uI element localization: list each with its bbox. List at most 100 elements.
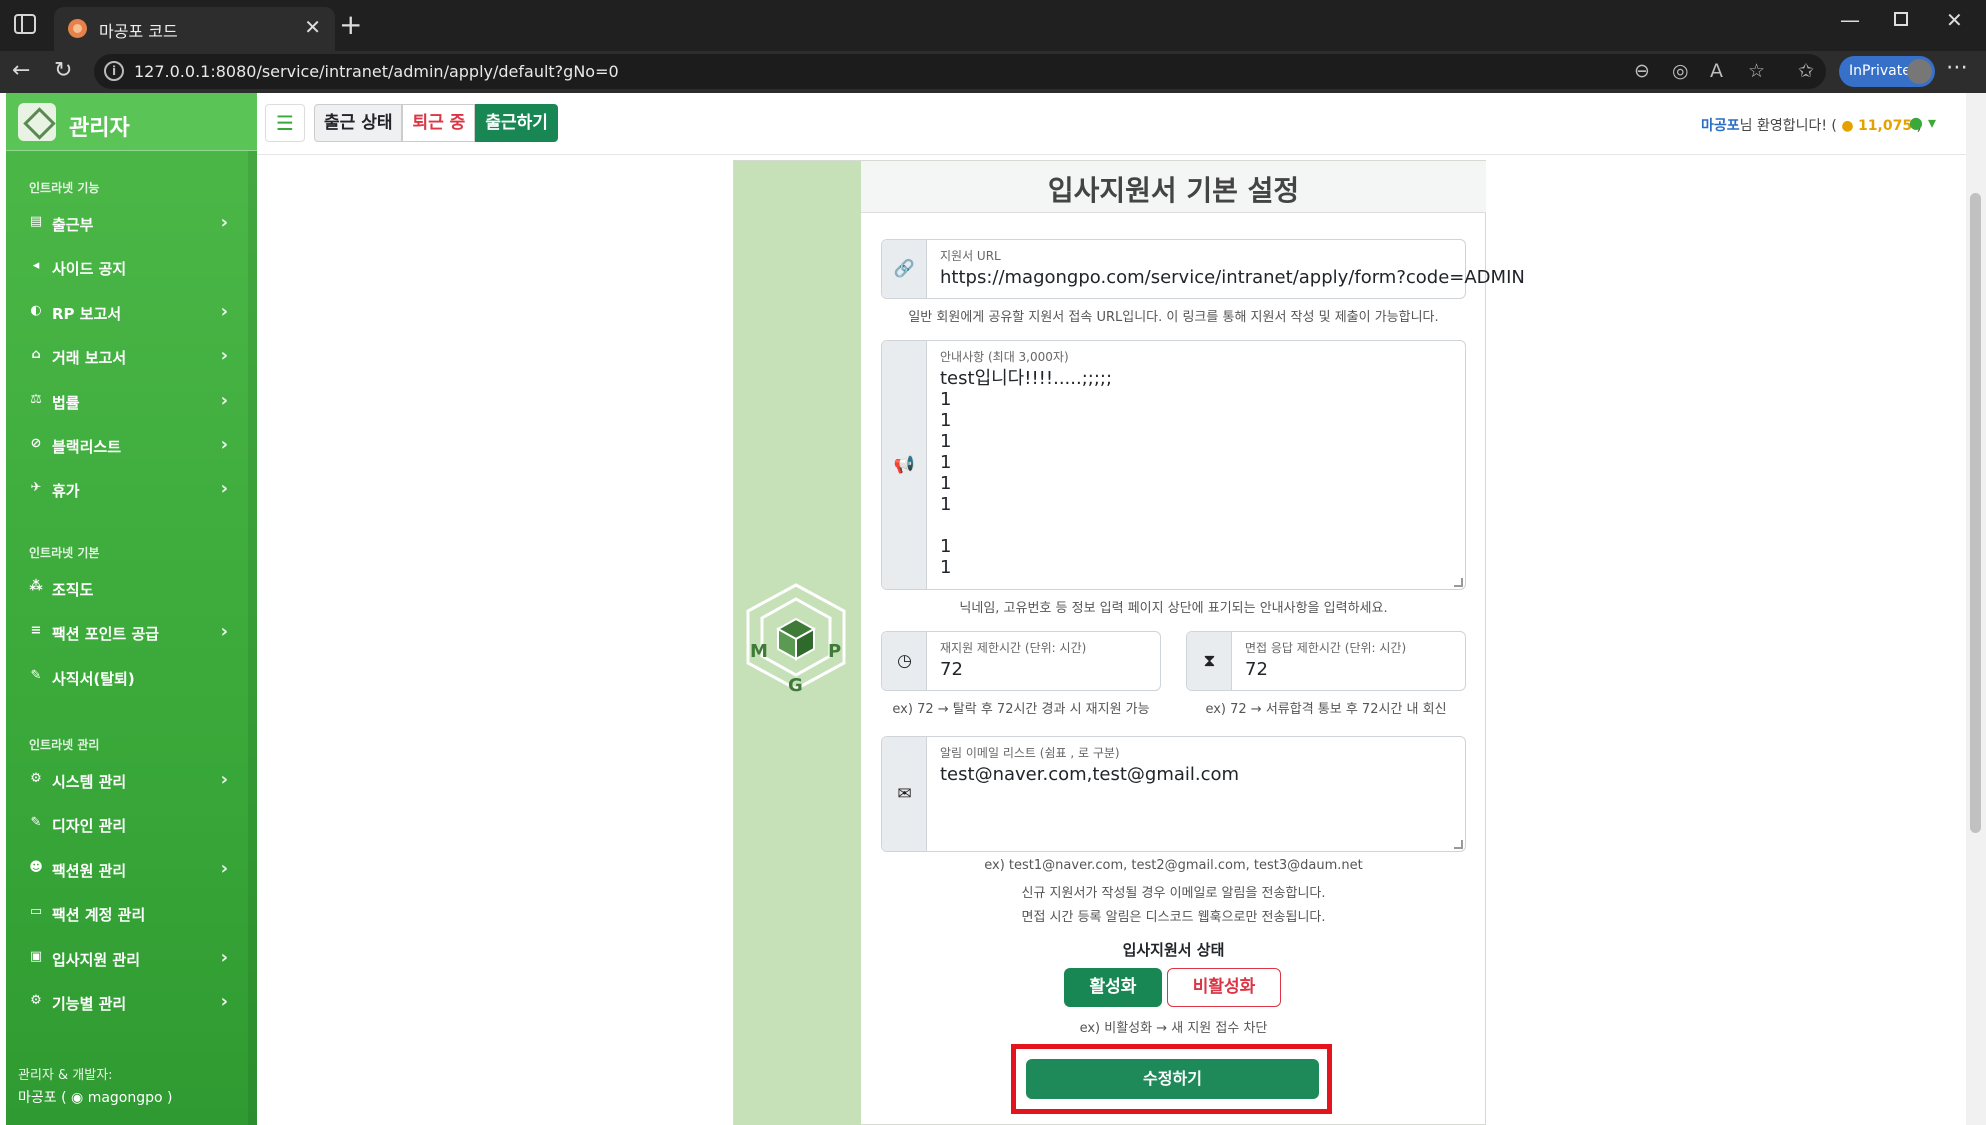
reapply-input[interactable]: 72 — [940, 659, 963, 680]
chevron-right-icon: › — [220, 857, 228, 879]
chevron-right-icon: › — [220, 434, 228, 455]
browser-tab[interactable]: 마공포 코드 ✕ — [54, 7, 335, 51]
sidebar-item[interactable]: ▣ 입사지원 관리 › — [28, 944, 228, 974]
sidebar-item[interactable]: ✎ 디자인 관리 — [28, 810, 228, 840]
sidebar-item-label: 팩션 포인트 공급 — [52, 625, 160, 644]
clock-addon: ◷ — [882, 632, 927, 690]
check-in-button[interactable]: 출근하기 — [475, 104, 558, 142]
activate-button[interactable]: 활성화 — [1064, 968, 1162, 1007]
sidebar-item[interactable]: ⌂ 거래 보고서 › — [28, 342, 228, 372]
url-field-input[interactable]: https://magongpo.com/service/intranet/ap… — [940, 267, 1525, 288]
zoom-icon[interactable]: ⊖ — [1634, 60, 1650, 82]
resize-handle[interactable] — [1454, 840, 1463, 849]
minimize-icon[interactable]: — — [1840, 8, 1860, 32]
sidebar-item[interactable]: ☻ 팩션원 관리 › — [28, 855, 228, 885]
top-bar: ☰ 출근 상태 퇴근 중 출근하기 마공포님 환영합니다! ( ● 11,075… — [257, 93, 1966, 155]
interview-field-label: 면접 응답 제한시간 (단위: 시간) — [1245, 641, 1407, 655]
url-field-group: 🔗 지원서 URL https://magongpo.com/service/i… — [881, 239, 1525, 299]
sidebar-item[interactable]: ✈ 휴가 › — [28, 475, 228, 505]
user-menu-icon[interactable]: ● ▾ — [1909, 113, 1936, 132]
deactivate-button[interactable]: 비활성화 — [1167, 968, 1281, 1007]
apply-settings-card: M G P 입사지원서 기본 설정 🔗 지원서 URL https://mago… — [733, 160, 1525, 1125]
mask-icon: ◐ — [30, 302, 42, 318]
site-favicon-icon — [68, 19, 87, 38]
url-text[interactable]: 127.0.0.1:8080/service/intranet/admin/ap… — [134, 62, 619, 81]
tracking-prevention-icon[interactable]: ◎ — [1672, 60, 1689, 82]
id-card-icon: ▭ — [29, 904, 43, 920]
sidebar-item-label: 출근부 — [52, 216, 94, 234]
chevron-right-icon: › — [220, 212, 228, 233]
coins-icon: ≡ — [30, 623, 42, 639]
url-field-label: 지원서 URL — [940, 249, 1001, 263]
discord-handle[interactable]: magongpo — [88, 1090, 163, 1106]
sidebar-item-label: 기능별 관리 — [52, 995, 127, 1013]
sidebar-item-label: 휴가 — [52, 482, 80, 501]
sidebar-item[interactable]: ⚖ 법률 › — [28, 387, 228, 417]
sidebar-item-label: 시스템 관리 — [52, 773, 127, 791]
developer-label: 관리자 & 개발자: — [18, 1068, 113, 1083]
sidebar-heading: 인트라넷 관리 — [29, 738, 100, 752]
new-tab-icon[interactable]: + — [339, 8, 362, 42]
sidebar-item-label: 사직서(탈퇴) — [52, 669, 135, 688]
email-textarea[interactable]: test@naver.com,test@gmail.com — [940, 764, 1239, 785]
notice-field-label: 안내사항 (최대 3,000자) — [940, 350, 1069, 364]
scrollbar-thumb[interactable] — [1970, 193, 1981, 833]
sidebar-item[interactable]: ⚙ 기능별 관리 › — [28, 988, 228, 1018]
sidebar-item-label: RP 보고서 — [52, 304, 122, 323]
reload-icon[interactable]: ↻ — [54, 58, 72, 83]
card-side-panel: M G P — [734, 161, 861, 1125]
clock-icon: ◷ — [897, 651, 912, 671]
maximize-icon[interactable] — [1894, 12, 1908, 26]
menu-toggle-icon[interactable]: ☰ — [265, 104, 305, 142]
sidebar-scrollbar[interactable] — [248, 151, 257, 1125]
back-icon[interactable]: ← — [12, 58, 30, 83]
sidebar-item[interactable]: ▤ 출근부 › — [28, 209, 228, 239]
welcome-message: 마공포님 환영합니다! ( ● 11,075 ) — [1701, 118, 1922, 134]
address-bar[interactable]: i 127.0.0.1:8080/service/intranet/admin/… — [94, 54, 1826, 89]
sidebar-item[interactable]: ⚙ 시스템 관리 › — [28, 766, 228, 796]
resize-handle[interactable] — [1454, 578, 1463, 587]
sidebar-item-label: 디자인 관리 — [52, 817, 127, 836]
hourglass-icon: ⧗ — [1203, 651, 1216, 671]
gears-icon: ⚙ — [30, 993, 42, 1008]
interview-input[interactable]: 72 — [1245, 659, 1268, 680]
site-info-icon[interactable]: i — [104, 61, 124, 81]
notice-textarea[interactable]: test입니다!!!!.....;;;;; 1 1 1 1 1 1 1 1 — [940, 368, 1112, 578]
sidebar-item[interactable]: ⁂ 조직도 — [28, 574, 228, 604]
sidebar-item[interactable]: ≡ 팩션 포인트 공급 › — [28, 618, 228, 648]
sidebar-brand[interactable]: 관리자 — [6, 93, 257, 151]
inprivate-badge[interactable]: InPrivate — [1839, 56, 1935, 87]
sidebar-item[interactable]: ◂ 사이드 공지 — [28, 253, 228, 283]
window-close-icon[interactable]: ✕ — [1946, 8, 1963, 32]
link-addon: 🔗 — [882, 240, 927, 298]
tab-title: 마공포 코드 — [99, 22, 178, 41]
scale-icon: ⚖ — [30, 391, 42, 407]
chevron-right-icon: › — [220, 991, 228, 1012]
sidebar-item[interactable]: ◐ RP 보고서 › — [28, 298, 228, 328]
tab-actions-icon[interactable] — [14, 14, 36, 34]
page-scrollbar[interactable] — [1966, 93, 1986, 1125]
hourglass-addon: ⧗ — [1187, 632, 1232, 690]
read-aloud-icon[interactable]: A — [1710, 60, 1723, 82]
notice-field-group: 📢 안내사항 (최대 3,000자) test입니다!!!!.....;;;;;… — [881, 340, 1466, 590]
megaphone-icon: 📢 — [893, 455, 916, 475]
sidebar-item-label: 조직도 — [52, 581, 94, 599]
chevron-right-icon: › — [220, 478, 228, 500]
megaphone-icon: ◂ — [32, 258, 40, 274]
more-options-icon[interactable]: ⋯ — [1946, 55, 1968, 80]
sidebar-item[interactable]: ⊘ 블랙리스트 › — [28, 431, 228, 461]
close-tab-icon[interactable]: ✕ — [304, 15, 321, 39]
submit-button[interactable]: 수정하기 — [1026, 1059, 1319, 1099]
email-help-new: 신규 지원서가 작성될 경우 이메일로 알림을 전송합니다. — [1021, 886, 1326, 901]
profile-avatar — [1907, 59, 1932, 84]
card-header: 입사지원서 기본 설정 — [861, 161, 1486, 213]
status-help: ex) 비활성화 → 새 지원 접수 차단 — [1079, 1021, 1268, 1036]
sidebar-item[interactable]: ▭ 팩션 계정 관리 — [28, 899, 228, 929]
sidebar-item[interactable]: ✎ 사직서(탈퇴) — [28, 663, 228, 693]
coin-icon: ● — [1841, 118, 1854, 134]
email-field-label: 알림 이메일 리스트 (쉼표 , 로 구분) — [940, 746, 1120, 760]
ban-icon: ⊘ — [30, 436, 42, 451]
favorite-star-icon[interactable]: ☆ — [1748, 60, 1765, 82]
favorites-icon[interactable]: ✩ — [1798, 60, 1814, 82]
sidebar-heading: 인트라넷 기본 — [29, 546, 100, 560]
